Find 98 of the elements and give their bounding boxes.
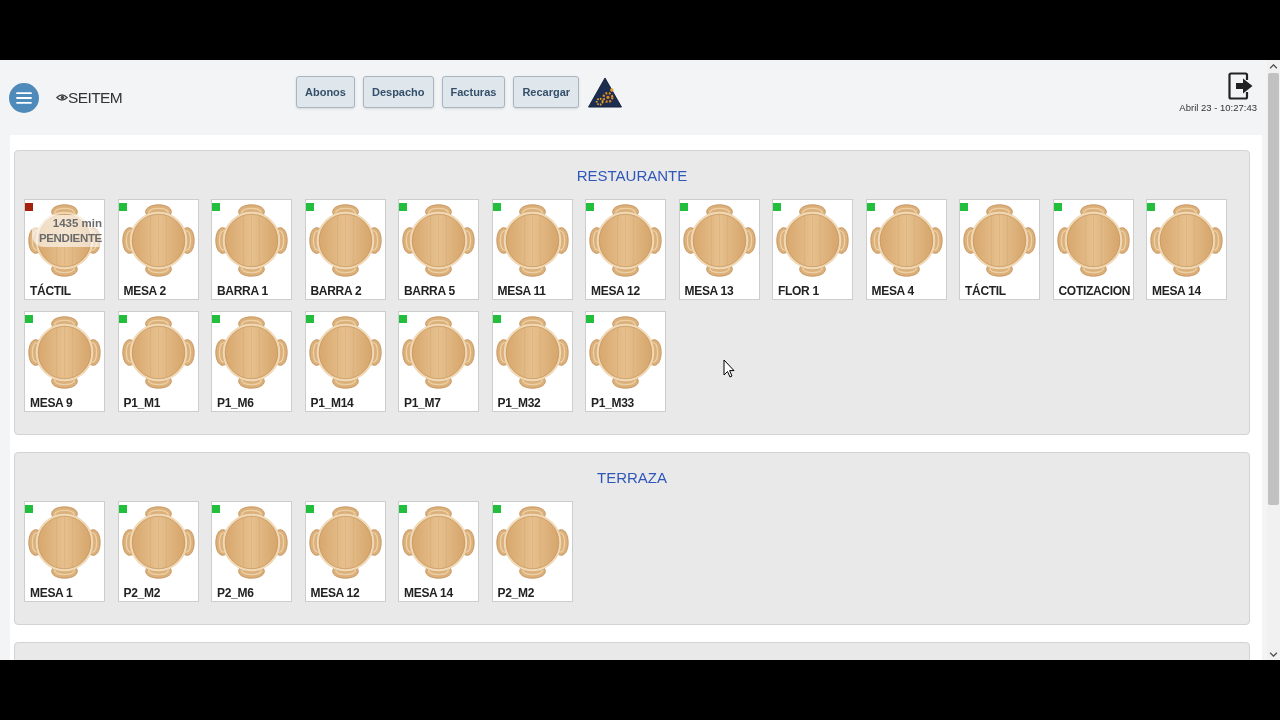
round-table-icon [493, 313, 571, 392]
round-table-icon [400, 201, 477, 280]
table-name: P1_M33 [590, 395, 634, 411]
round-table-icon [119, 503, 197, 582]
table-name: MESA 2 [122, 283, 166, 299]
toolbar-button[interactable]: Abonos [296, 76, 355, 108]
round-table-icon [119, 313, 197, 392]
scrollbar-thumb[interactable] [1268, 73, 1279, 505]
table-name: MESA 12 [309, 585, 360, 601]
mouse-pointer-icon [723, 359, 735, 378]
round-table-icon [493, 201, 571, 280]
table-tile[interactable]: P2_M2 [117, 501, 199, 602]
table-name: BARRA 1 [216, 283, 268, 299]
toolbar-button[interactable]: Despacho [362, 76, 434, 108]
table-tile[interactable]: MESA 1 [24, 501, 105, 602]
round-table-icon [306, 503, 384, 582]
round-table-icon [119, 201, 197, 280]
table-name: P1_M1 [122, 395, 161, 411]
table-tile[interactable]: P1_M1 [117, 311, 199, 412]
table-name: P2_M6 [216, 585, 254, 601]
table-name: MESA 9 [29, 395, 73, 411]
round-table-icon [587, 313, 664, 392]
table-name: MESA 14 [403, 585, 453, 601]
elapsed-time-text: 1435 min [52, 216, 102, 231]
table-tile[interactable]: MESA 12 [304, 501, 386, 602]
round-table-icon [680, 201, 758, 280]
table-tile[interactable]: MESA 13 [678, 199, 760, 300]
exit-icon[interactable] [1228, 72, 1254, 100]
toolbar-button[interactable]: Recargar [513, 76, 580, 108]
section-title: TERRAZA [596, 468, 668, 488]
table-name: MESA 12 [590, 283, 640, 299]
gear-triangle-icon[interactable] [587, 76, 624, 108]
table-name: MESA 4 [870, 283, 914, 299]
table-name: MESA 1 [29, 585, 73, 601]
table-tile[interactable]: MESA 9 [24, 311, 105, 412]
round-table-icon [1054, 201, 1132, 280]
section-title: RESTAURANTE [575, 166, 689, 186]
table-tile[interactable]: P1_M32 [491, 311, 573, 412]
table-tile[interactable]: MESA 14 [1146, 199, 1227, 300]
table-name: MESA 13 [683, 283, 734, 299]
table-name: P2_M2 [122, 585, 161, 601]
round-table-icon [400, 313, 477, 392]
round-table-icon [1148, 201, 1225, 280]
table-name: BARRA 5 [403, 283, 455, 299]
table-name: P1_M6 [216, 395, 254, 411]
table-name: TÁCTIL [29, 283, 71, 299]
table-name: FLOR 1 [777, 283, 819, 299]
table-name: MESA 11 [496, 283, 546, 299]
round-table-icon [213, 201, 290, 280]
scroll-down-icon[interactable] [1269, 652, 1278, 657]
scroll-up-icon[interactable] [1269, 64, 1278, 69]
menu-button[interactable] [9, 82, 39, 113]
table-name: P1_M7 [403, 395, 441, 411]
table-tile[interactable]: P1_M14 [304, 311, 386, 412]
table-tile[interactable]: P1_M33 [585, 311, 666, 412]
logo-text: SEITEM [68, 88, 123, 107]
table-tile[interactable]: MESA 12 [585, 199, 666, 300]
round-table-icon [213, 503, 290, 582]
round-table-icon [26, 503, 103, 582]
round-table-icon [400, 503, 477, 582]
table-tile[interactable]: MESA 11 [491, 199, 573, 300]
table-tile[interactable]: FLOR 1 [772, 199, 853, 300]
date-time-text: Abril 23 - 10:27:43 [1179, 102, 1257, 114]
table-name: BARRA 2 [309, 283, 362, 299]
round-table-icon [306, 313, 384, 392]
table-tile[interactable]: P1_M6 [211, 311, 292, 412]
table-tile[interactable]: BARRA 1 [211, 199, 292, 300]
round-table-icon [306, 201, 384, 280]
status-text: PENDIENTE [38, 231, 102, 246]
scrollbar[interactable] [1267, 60, 1280, 660]
menu-icon [16, 91, 32, 104]
table-name: P2_M2 [496, 585, 535, 601]
round-table-icon [26, 313, 103, 392]
table-tile[interactable]: P1_M7 [398, 311, 479, 412]
table-name: MESA 14 [1151, 283, 1201, 299]
table-tile[interactable]: TÁCTIL [959, 199, 1040, 300]
table-name: P1_M32 [496, 395, 541, 411]
table-tile[interactable]: MESA 2 [117, 199, 199, 300]
table-tile[interactable]: P2_M6 [211, 501, 292, 602]
table-tile[interactable]: BARRA 2 [304, 199, 386, 300]
table-tile[interactable]: MESA 4 [865, 199, 947, 300]
logo-icon [56, 93, 68, 102]
table-tile[interactable]: 1435 min PENDIENTE TÁCTIL [24, 199, 105, 300]
table-name: P1_M14 [309, 395, 354, 411]
table-tile[interactable]: P2_M2 [491, 501, 573, 602]
round-table-icon [493, 503, 571, 582]
round-table-icon [587, 201, 664, 280]
round-table-icon [213, 313, 290, 392]
round-table-icon [26, 201, 103, 280]
round-table-icon [961, 201, 1038, 280]
table-tile[interactable]: BARRA 5 [398, 199, 479, 300]
table-tile[interactable]: COTIZACION [1052, 199, 1134, 300]
round-table-icon [867, 201, 945, 280]
table-name: TÁCTIL [964, 283, 1006, 299]
toolbar-button[interactable]: Facturas [441, 76, 506, 108]
table-tile[interactable]: MESA 14 [398, 501, 479, 602]
table-name: COTIZACION [1057, 283, 1131, 299]
round-table-icon [774, 201, 851, 280]
